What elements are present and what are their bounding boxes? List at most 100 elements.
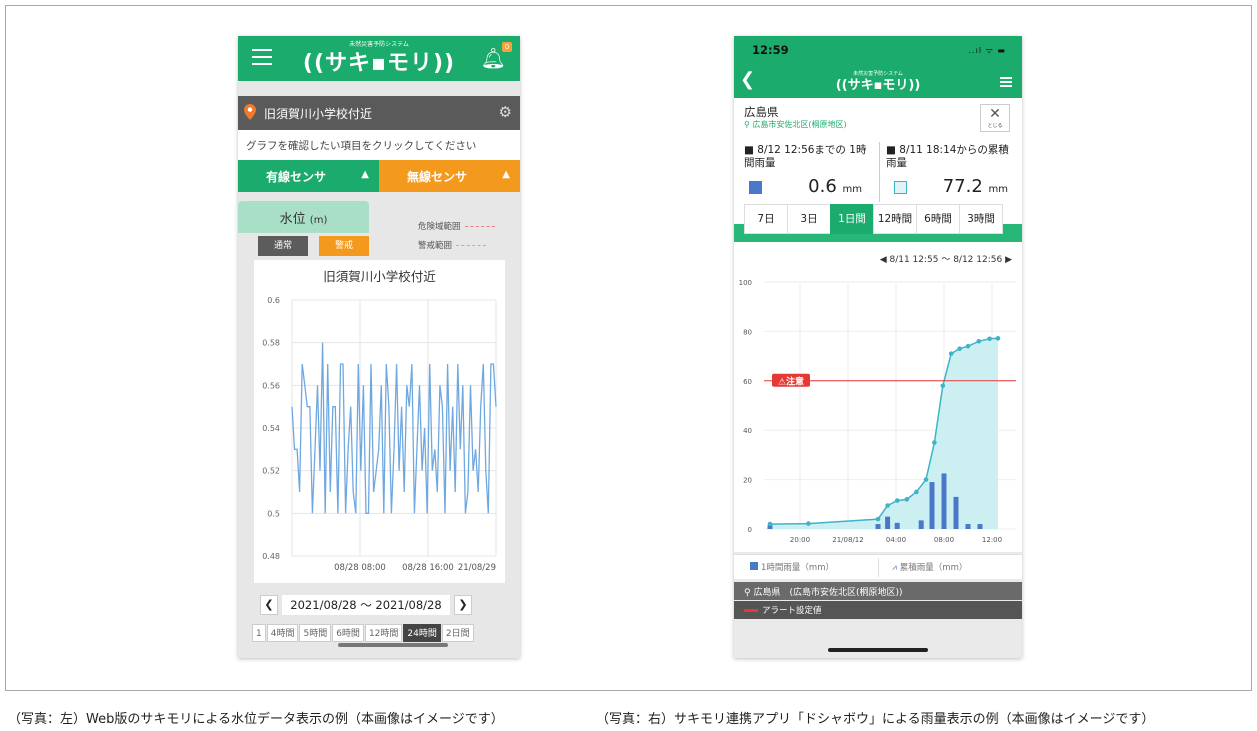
hourly-rain-bar bbox=[953, 496, 959, 529]
period-tab[interactable]: 4時間 bbox=[266, 624, 299, 642]
cumulative-rain-unit: mm bbox=[988, 184, 1008, 195]
period-tab[interactable]: 2日間 bbox=[441, 624, 474, 642]
legend-warning-label: 警戒範囲 bbox=[418, 241, 453, 251]
period-tabs: 1 4時間 5時間 6時間 12時間 24時間 2日間 bbox=[252, 624, 475, 642]
location-bar: ⚲ 広島県 (広島市安佐北区(桐原地区)) bbox=[734, 582, 1022, 600]
x-tick-label: 21/08/12 bbox=[832, 536, 863, 544]
cumulative-rain-point bbox=[948, 351, 954, 356]
close-button[interactable]: ✕ とじる bbox=[980, 104, 1010, 132]
period-tab[interactable]: 6時間 bbox=[916, 204, 960, 234]
hourly-rain-bar bbox=[885, 516, 891, 529]
right-mobile-app-screenshot: 12:59 ..ıl ᯤ ▬ ❮ 未然災害予防システム ((サキ▪モリ)) 広島… bbox=[734, 36, 1022, 658]
x-tick-label: 21/08/29 bbox=[458, 563, 496, 573]
normal-button[interactable]: 通常 bbox=[258, 236, 308, 256]
cumulative-rain-point bbox=[976, 338, 982, 344]
alert-legend-text: アラート設定値 bbox=[762, 606, 822, 616]
hourly-rain-bar bbox=[894, 522, 900, 529]
y-tick-label: 20 bbox=[743, 477, 752, 485]
close-label: とじる bbox=[987, 123, 1003, 129]
chevron-right-icon[interactable]: ❯ bbox=[454, 595, 472, 615]
caption-left: （写真：左）Web版のサキモリによる水位データ表示の例（本画像はイメージです） bbox=[8, 712, 504, 727]
cumulative-area-fill bbox=[770, 338, 998, 529]
gear-icon[interactable]: ⚙ bbox=[499, 103, 512, 121]
hourly-rain-bar bbox=[918, 520, 924, 529]
sakimori-logo: ((サキ▪モリ)) bbox=[835, 78, 921, 93]
legend-cumulative-label: 累積雨量（mm） bbox=[899, 563, 968, 573]
wired-sensor-button[interactable]: 有線センサ ▲ bbox=[238, 160, 379, 192]
location-bar: 旧須賀川小学校付近 ⚙ bbox=[238, 96, 520, 130]
bar-swatch-icon bbox=[750, 562, 758, 570]
area-chart-icon: ⩘ bbox=[892, 563, 897, 573]
legend-danger-line bbox=[464, 226, 495, 227]
cumulative-rain-point bbox=[914, 489, 919, 495]
period-tab[interactable]: 6時間 bbox=[332, 624, 364, 642]
hourly-rain-swatch bbox=[749, 181, 762, 194]
tab-water-level-label: 水位 bbox=[279, 212, 306, 227]
notification-badge: 0 bbox=[502, 42, 512, 52]
cumulative-rain-label: ■ 8/11 18:14からの累積雨量 bbox=[886, 144, 1009, 169]
legend-hourly: 1時間雨量（mm） bbox=[750, 561, 834, 573]
cumulative-rain-point bbox=[995, 336, 1001, 341]
cumulative-rain-point bbox=[767, 521, 773, 527]
chevron-left-icon[interactable]: ❮ bbox=[260, 595, 278, 615]
rainfall-chart: ◀ 8/11 12:55 〜 8/12 12:56 ▶ 0 20 40 60 80 100… bbox=[734, 242, 1022, 552]
divider bbox=[878, 558, 879, 577]
legend-danger-label: 危険域範囲 bbox=[418, 222, 461, 232]
y-tick-label: 0.58 bbox=[262, 339, 280, 348]
legend-cumulative: ⩘ 累積雨量（mm） bbox=[892, 561, 967, 573]
y-tick-label: 0.56 bbox=[262, 381, 280, 390]
period-tab[interactable]: 1日間 bbox=[830, 204, 874, 234]
y-tick-label: 0.52 bbox=[262, 467, 280, 476]
y-tick-label: 0.54 bbox=[262, 424, 280, 433]
period-tab[interactable]: 3時間 bbox=[959, 204, 1003, 234]
y-tick-label: 0.5 bbox=[267, 509, 280, 518]
horizontal-scrollbar[interactable] bbox=[338, 643, 448, 647]
period-tab[interactable]: 1 bbox=[252, 624, 266, 642]
period-tab[interactable]: 12時間 bbox=[873, 204, 917, 234]
alert-line-swatch bbox=[744, 609, 758, 612]
status-time: 12:59 bbox=[752, 43, 789, 57]
y-tick-label: 40 bbox=[743, 427, 752, 435]
hourly-rain-bar bbox=[875, 524, 881, 529]
alert-badge-label: ⚠注意 bbox=[778, 375, 804, 387]
warning-button[interactable]: 警戒 bbox=[319, 236, 369, 256]
period-tabs: 7日 3日 1日間 12時間 6時間 3時間 bbox=[744, 204, 1003, 234]
date-range-text: 2021/08/28 〜 2021/08/28 bbox=[282, 595, 450, 615]
wireless-sensor-button[interactable]: 無線センサ ▲ bbox=[379, 160, 520, 192]
legend-warning: 警戒範囲 bbox=[418, 239, 487, 251]
chart-legend: 1時間雨量（mm） ⩘ 累積雨量（mm） bbox=[734, 554, 1022, 579]
cumulative-rain-point bbox=[885, 503, 890, 508]
legend-danger: 危険域範囲 bbox=[418, 220, 495, 232]
x-tick-label: 08/28 16:00 bbox=[402, 563, 454, 573]
period-tab[interactable]: 5時間 bbox=[299, 624, 332, 642]
cumulative-rain-point bbox=[987, 336, 992, 342]
alert-legend-bar: アラート設定値 bbox=[734, 601, 1022, 619]
period-tab[interactable]: 24時間 bbox=[403, 624, 441, 642]
wireless-sensor-label: 無線センサ bbox=[407, 170, 468, 184]
cumulative-rain-point bbox=[965, 343, 971, 349]
period-tab[interactable]: 3日 bbox=[787, 204, 831, 234]
period-tab[interactable]: 7日 bbox=[744, 204, 788, 234]
x-tick-label: 20:00 bbox=[790, 536, 810, 544]
app-header: 12:59 ..ıl ᯤ ▬ ❮ 未然災害予防システム ((サキ▪モリ)) bbox=[734, 36, 1022, 98]
y-tick-label: 0.48 bbox=[262, 552, 280, 561]
cumulative-rain-point bbox=[932, 440, 937, 445]
area-name-text: 広島市安佐北区(桐原地区) bbox=[752, 120, 847, 129]
divider bbox=[879, 142, 880, 202]
home-indicator[interactable] bbox=[828, 648, 928, 652]
wired-sensor-label: 有線センサ bbox=[266, 170, 327, 184]
triangle-up-icon: ▲ bbox=[502, 169, 510, 180]
period-tab[interactable]: 12時間 bbox=[364, 624, 403, 642]
caption-right: （写真：右）サキモリ連携アプリ「ドシャボウ」による雨量表示の例（本画像はイメージ… bbox=[596, 712, 1155, 727]
water-level-chart-svg: 0.48 0.5 0.52 0.54 0.56 0.58 0.6 08/28 08:00 08/… bbox=[262, 296, 497, 573]
location-name: 旧須賀川小学校付近 bbox=[264, 107, 373, 121]
cumulative-rain-point bbox=[806, 521, 811, 526]
hourly-rain-unit: mm bbox=[842, 184, 862, 195]
hourly-rain-bar bbox=[941, 473, 947, 529]
x-tick-label: 08/28 08:00 bbox=[334, 563, 386, 573]
hamburger-menu-icon[interactable] bbox=[1000, 77, 1012, 89]
y-tick-label: 100 bbox=[739, 279, 752, 287]
cumulative-rain-point bbox=[940, 383, 946, 389]
x-tick-label: 08:00 bbox=[934, 536, 954, 544]
tab-water-level[interactable]: 水位 (m) bbox=[238, 201, 369, 233]
